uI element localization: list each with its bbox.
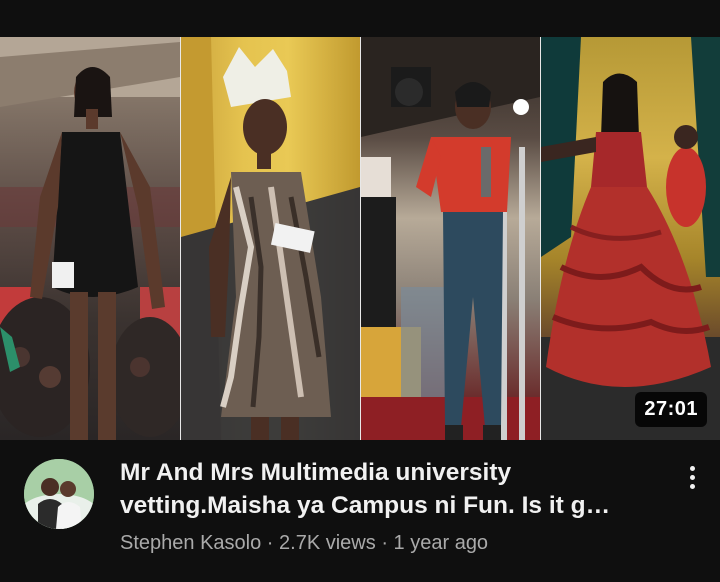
thumbnail-panel-2 [181, 37, 360, 440]
more-vert-icon[interactable] [683, 464, 703, 492]
stage-speaker-illustration [361, 37, 540, 440]
red-gown-illustration [541, 37, 720, 440]
more-dot [690, 484, 695, 489]
channel-name[interactable]: Stephen Kasolo [120, 532, 261, 554]
avatar-couple-illustration [24, 459, 94, 529]
meta-separator: · [266, 532, 274, 554]
duration-badge: 27:01 [635, 392, 707, 427]
more-dot [690, 475, 695, 480]
feather-outfit-illustration [181, 37, 360, 440]
view-count: 2.7K views [279, 532, 376, 554]
video-title[interactable]: Mr And Mrs Multimedia university vetting… [120, 456, 655, 522]
video-thumbnail[interactable]: 27:01 [0, 37, 720, 440]
more-dot [690, 466, 695, 471]
channel-avatar[interactable] [24, 459, 94, 529]
thumbnail-panel-4 [541, 37, 720, 440]
video-subline: Stephen Kasolo · 2.7K views · 1 year ago [120, 532, 488, 555]
thumbnail-panel-1 [0, 37, 180, 440]
meta-separator: · [381, 532, 388, 554]
upload-age: 1 year ago [393, 532, 489, 554]
video-metadata: Mr And Mrs Multimedia university vetting… [0, 440, 720, 582]
thumbnail-panel-3 [361, 37, 540, 440]
runway-scene-illustration [0, 37, 180, 440]
